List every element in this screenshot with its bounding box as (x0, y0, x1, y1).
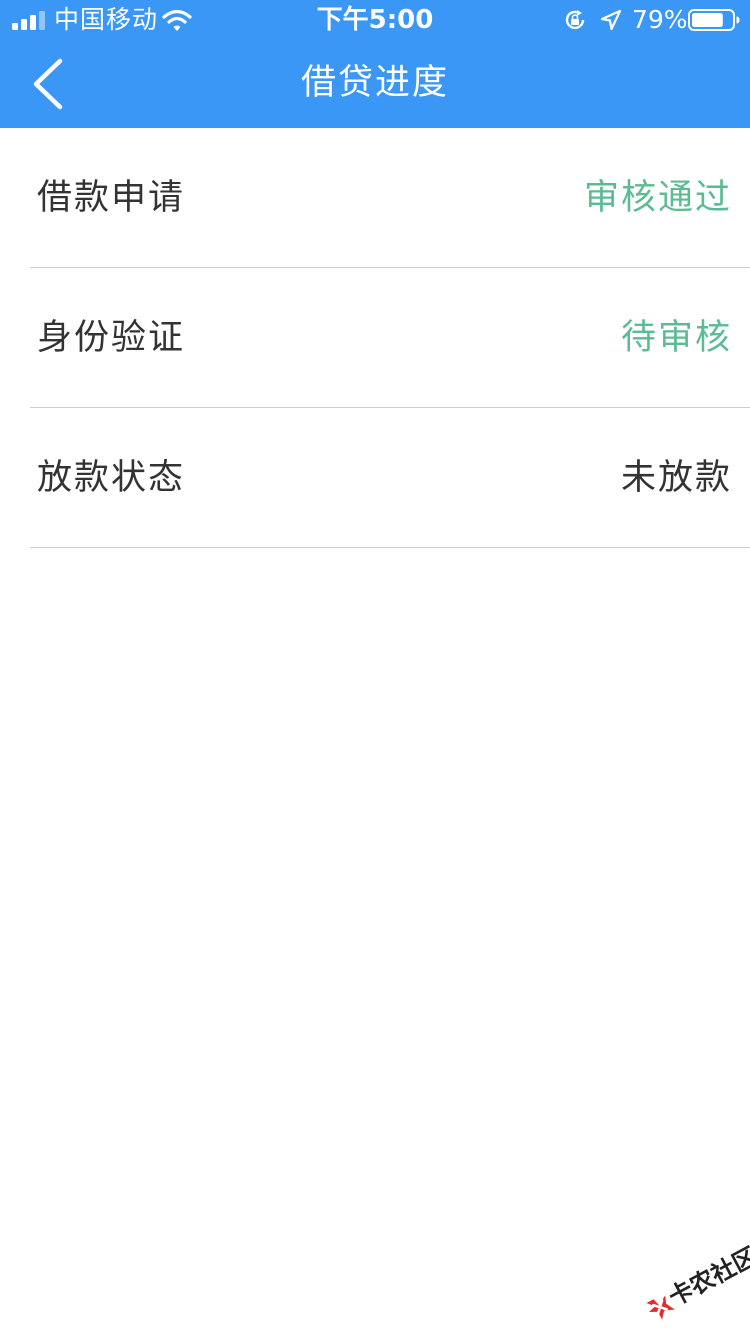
row-label: 借款申请 (37, 178, 186, 218)
list-item-loan-application: 借款申请 审核通过 (30, 128, 750, 268)
list-item-disbursement-status: 放款状态 未放款 (30, 408, 750, 548)
progress-list: 借款申请 审核通过 身份验证 待审核 放款状态 未放款 (0, 128, 750, 548)
status-value: 审核通过 (583, 178, 732, 218)
battery-percent: 79% (632, 5, 688, 34)
nav-bar: 借贷进度 (0, 40, 750, 128)
page-title: 借贷进度 (300, 63, 449, 103)
battery-icon (688, 9, 740, 31)
lock-rotation-icon (565, 10, 585, 30)
status-bar: 中国移动 下午5:00 79% (0, 0, 750, 40)
location-icon (600, 9, 622, 31)
row-label: 身份验证 (37, 318, 186, 358)
watermark: 卡农社区 (639, 1242, 750, 1330)
row-label: 放款状态 (37, 458, 186, 498)
status-value: 未放款 (620, 458, 732, 498)
header: 中国移动 下午5:00 79% 借贷进度 (0, 0, 750, 128)
list-item-identity-verification: 身份验证 待审核 (30, 268, 750, 408)
watermark-text: 卡农社区 (664, 1241, 750, 1312)
status-value: 待审核 (620, 318, 732, 358)
